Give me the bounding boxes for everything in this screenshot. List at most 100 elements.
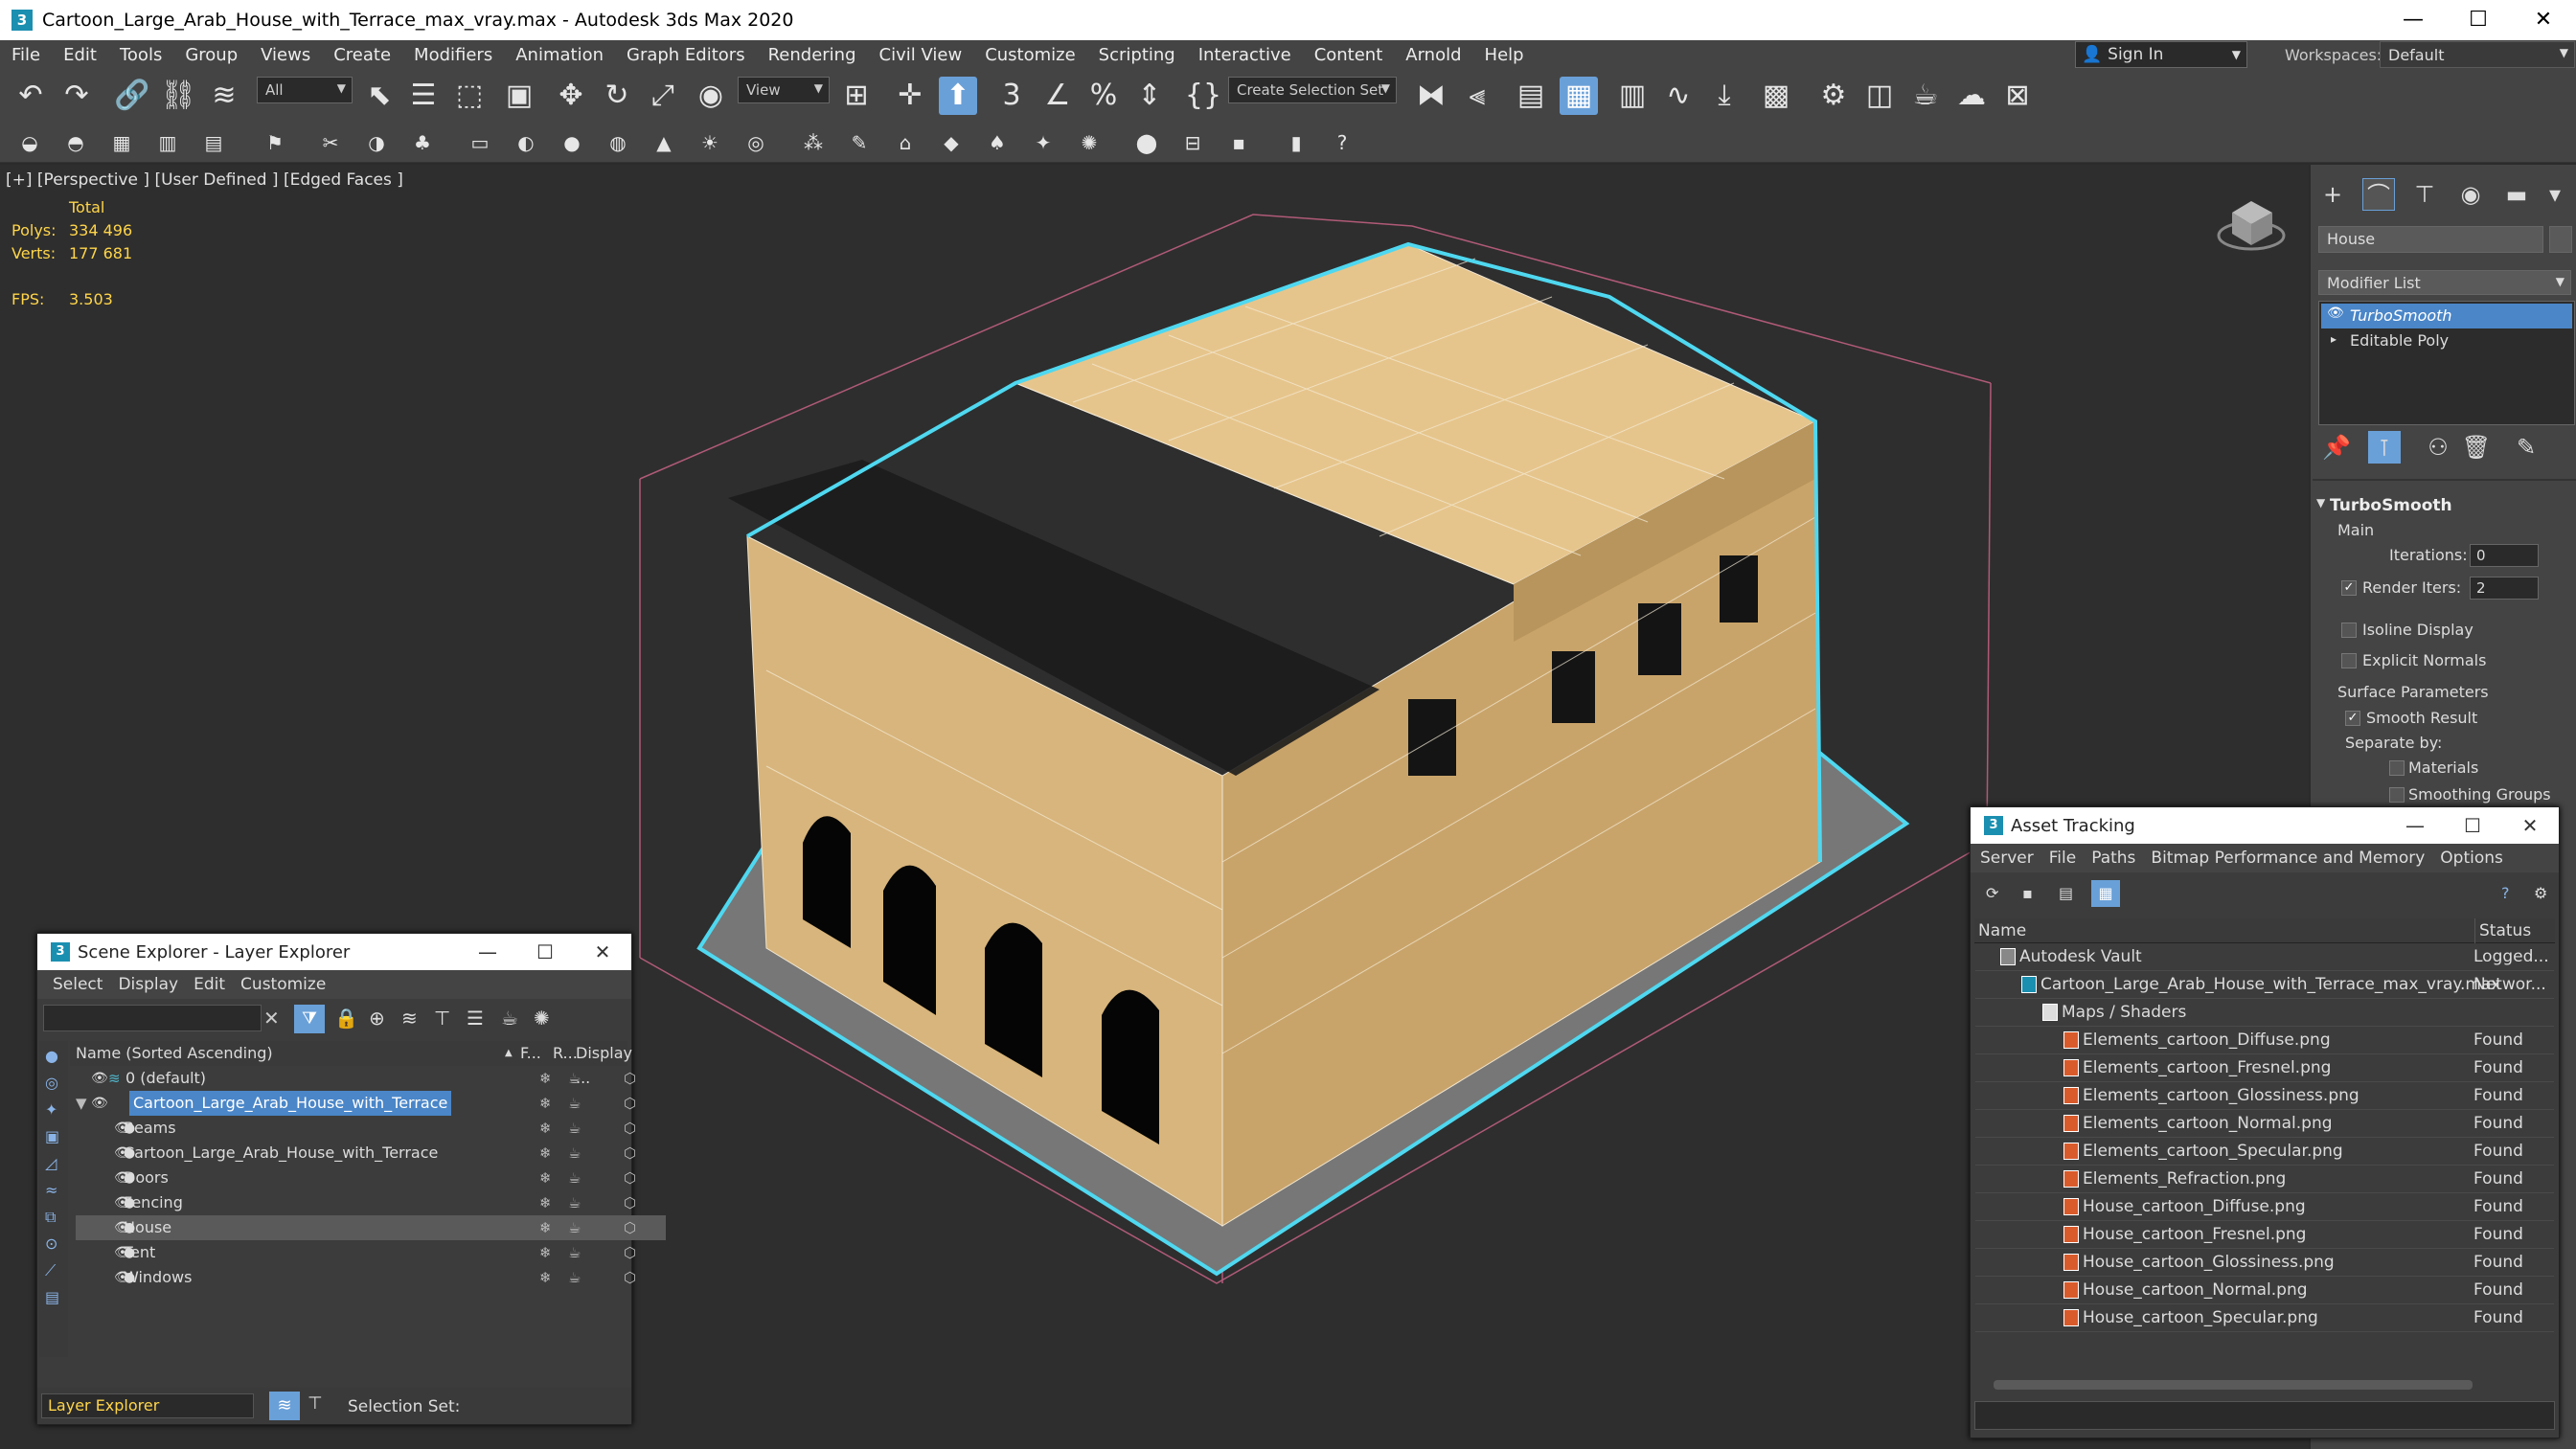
viewport-label-menu[interactable]: [+] [Perspective ] [User Defined ] [Edge… — [6, 170, 403, 190]
menu-edit[interactable]: Edit — [52, 45, 108, 65]
display-box-icon[interactable]: ⬡ — [624, 1240, 636, 1265]
sun-icon[interactable]: ☀ — [695, 128, 724, 157]
show-end-result-icon[interactable]: ⊺ — [2368, 431, 2401, 464]
minimize-button[interactable]: — — [2386, 807, 2444, 844]
asset-tracking-titlebar[interactable]: 3 Asset Tracking — ☐ ✕ — [1971, 807, 2559, 844]
freeze-icon[interactable]: ❄ — [539, 1265, 552, 1290]
modifier-list-dropdown[interactable]: Modifier List ▼ — [2318, 270, 2571, 295]
render-iterative-icon[interactable]: ⊠ — [1998, 77, 2037, 115]
hierarchy-icon[interactable]: ⊤ — [434, 1007, 450, 1030]
isoline-display-checkbox[interactable] — [2341, 623, 2357, 638]
help-icon[interactable]: ? — [2501, 884, 2510, 902]
asset-row[interactable]: House_cartoon_Glossiness.png Found — [1975, 1249, 2554, 1277]
menu-interactive[interactable]: Interactive — [1187, 45, 1303, 65]
hierarchy-tab-icon[interactable]: ⊤ — [2408, 178, 2441, 211]
stack-item-turbosmooth[interactable]: 👁 TurboSmooth — [2321, 304, 2572, 328]
ribbon-tool-12-icon[interactable]: ● — [558, 128, 586, 157]
ribbon-tool-20-icon[interactable]: ◆ — [937, 128, 966, 157]
stack-icon[interactable]: ☰ — [467, 1007, 484, 1030]
ribbon-tool-7-icon[interactable]: ✂ — [316, 128, 345, 157]
asset-row[interactable]: House_cartoon_Specular.png Found — [1975, 1304, 2554, 1332]
select-manipulate-icon[interactable]: ✛ — [891, 77, 929, 115]
asset-row[interactable]: Cartoon_Large_Arab_House_with_Terrace_ma… — [1975, 971, 2554, 999]
asset-path-field[interactable] — [1974, 1401, 2555, 1430]
menu-select[interactable]: Select — [37, 975, 110, 994]
ribbon-tool-3-icon[interactable]: ▦ — [107, 128, 136, 157]
layer-row[interactable]: 👁 ● Beams ❄ ☕ ⬡ — [76, 1116, 666, 1141]
named-selection-set-dropdown[interactable]: Create Selection Set ▼ — [1228, 77, 1397, 103]
modify-tab-icon[interactable]: ⌒ — [2362, 178, 2395, 211]
toggle-scene-explorer-icon[interactable]: ▤ — [1512, 77, 1550, 115]
explorer-type-dropdown[interactable]: Layer Explorer — [41, 1393, 254, 1418]
lock-icon[interactable]: 🔒 — [334, 1007, 358, 1030]
menu-modifiers[interactable]: Modifiers — [402, 45, 504, 65]
object-color-swatch[interactable] — [2549, 226, 2572, 253]
col-name[interactable]: Name — [1978, 918, 2026, 943]
render-in-cloud-icon[interactable]: ☁ — [1952, 77, 1991, 115]
schematic-view-icon[interactable]: ⤓ — [1705, 77, 1744, 115]
cameras-filter-icon[interactable]: ▣ — [45, 1127, 59, 1145]
menu-scripting[interactable]: Scripting — [1087, 45, 1187, 65]
render-teapot-icon[interactable]: ☕ — [568, 1091, 581, 1116]
helpers-filter-icon[interactable]: ◿ — [45, 1154, 57, 1172]
bones-filter-icon[interactable]: ⟋ — [45, 1261, 56, 1280]
xrefs-filter-icon[interactable]: ⊙ — [45, 1234, 57, 1253]
toggle-ribbon-icon[interactable]: ▥ — [1613, 77, 1652, 115]
render-setup-icon[interactable]: ⚙ — [1814, 77, 1853, 115]
ribbon-tool-6-icon[interactable]: ⚑ — [261, 128, 289, 157]
make-unique-icon[interactable]: ⚇ — [2422, 431, 2454, 464]
menu-create[interactable]: Create — [322, 45, 402, 65]
menu-arnold[interactable]: Arnold — [1394, 45, 1472, 65]
ribbon-tool-24-icon[interactable]: ⬤ — [1132, 128, 1161, 157]
render-production-icon[interactable]: ☕ — [1906, 77, 1945, 115]
turbosmooth-rollout-title[interactable]: TurboSmooth — [2330, 496, 2452, 515]
snaps-toggle-icon[interactable]: 3 — [992, 77, 1031, 115]
display-box-icon[interactable]: ⬡ — [624, 1066, 636, 1091]
menu-content[interactable]: Content — [1303, 45, 1395, 65]
minimize-button[interactable]: — — [2380, 0, 2447, 40]
asset-row[interactable]: Elements_cartoon_Specular.png Found — [1975, 1138, 2554, 1166]
sign-in-dropdown[interactable]: 👤 Sign In ▼ — [2075, 41, 2247, 68]
layer-explorer-icon[interactable]: ≋ — [269, 1392, 300, 1420]
maximize-button[interactable]: ☐ — [2444, 807, 2501, 844]
menu-display[interactable]: Display — [110, 975, 186, 994]
render-teapot-icon[interactable]: ☕ — [568, 1265, 581, 1290]
spacewarps-filter-icon[interactable]: ≈ — [45, 1181, 57, 1199]
freeze-icon[interactable]: ❄ — [539, 1141, 552, 1166]
asset-row[interactable]: Elements_cartoon_Normal.png Found — [1975, 1110, 2554, 1138]
ribbon-tool-8-icon[interactable]: ◑ — [362, 128, 391, 157]
window-crossing-icon[interactable]: ▣ — [500, 77, 538, 115]
render-teapot-icon[interactable]: ☕ — [568, 1141, 581, 1166]
ribbon-tool-18-icon[interactable]: ✎ — [845, 128, 874, 157]
menu-edit[interactable]: Edit — [186, 975, 233, 994]
menu-paths[interactable]: Paths — [2084, 849, 2143, 868]
freeze-icon[interactable]: ❄ — [539, 1240, 552, 1265]
object-name-field[interactable]: House — [2318, 226, 2543, 253]
smooth-result-checkbox[interactable]: ✓ — [2345, 711, 2360, 726]
light-icon[interactable]: ✺ — [534, 1007, 550, 1030]
col-name[interactable]: Name (Sorted Ascending) — [76, 1041, 273, 1066]
menu-tools[interactable]: Tools — [108, 45, 173, 65]
render-teapot-icon[interactable]: ☕ — [568, 1190, 581, 1215]
ribbon-tool-13-icon[interactable]: ◍ — [604, 128, 632, 157]
display-box-icon[interactable]: ⬡ — [624, 1265, 636, 1290]
asset-row[interactable]: House_cartoon_Normal.png Found — [1975, 1277, 2554, 1304]
render-teapot-icon[interactable]: ☕ — [568, 1240, 581, 1265]
maximize-button[interactable]: ☐ — [2445, 0, 2512, 40]
shapes-filter-icon[interactable]: ◎ — [45, 1074, 58, 1092]
workspaces-dropdown[interactable]: Default ▼ — [2380, 41, 2575, 68]
asset-row[interactable]: Elements_cartoon_Glossiness.png Found — [1975, 1082, 2554, 1110]
move-icon[interactable]: ✥ — [552, 77, 590, 115]
list-view-icon[interactable]: ▪ — [2022, 884, 2033, 902]
keyboard-shortcut-override-icon[interactable]: ⬆ — [939, 77, 977, 115]
groups-filter-icon[interactable]: ⧉ — [45, 1208, 56, 1227]
col-render[interactable]: R... — [553, 1041, 578, 1066]
display-box-icon[interactable]: ⬡ — [624, 1141, 636, 1166]
toggle-layer-explorer-icon[interactable]: ▦ — [1560, 77, 1598, 115]
layer-row[interactable]: 👁 ● Doors ❄ ☕ ⬡ — [76, 1166, 666, 1190]
ribbon-tool-10-icon[interactable]: ▭ — [466, 128, 494, 157]
maximize-button[interactable]: ☐ — [516, 934, 574, 970]
display-box-icon[interactable]: ⬡ — [624, 1091, 636, 1116]
asset-row[interactable]: Maps / Shaders — [1975, 999, 2554, 1027]
menu-animation[interactable]: Animation — [504, 45, 615, 65]
